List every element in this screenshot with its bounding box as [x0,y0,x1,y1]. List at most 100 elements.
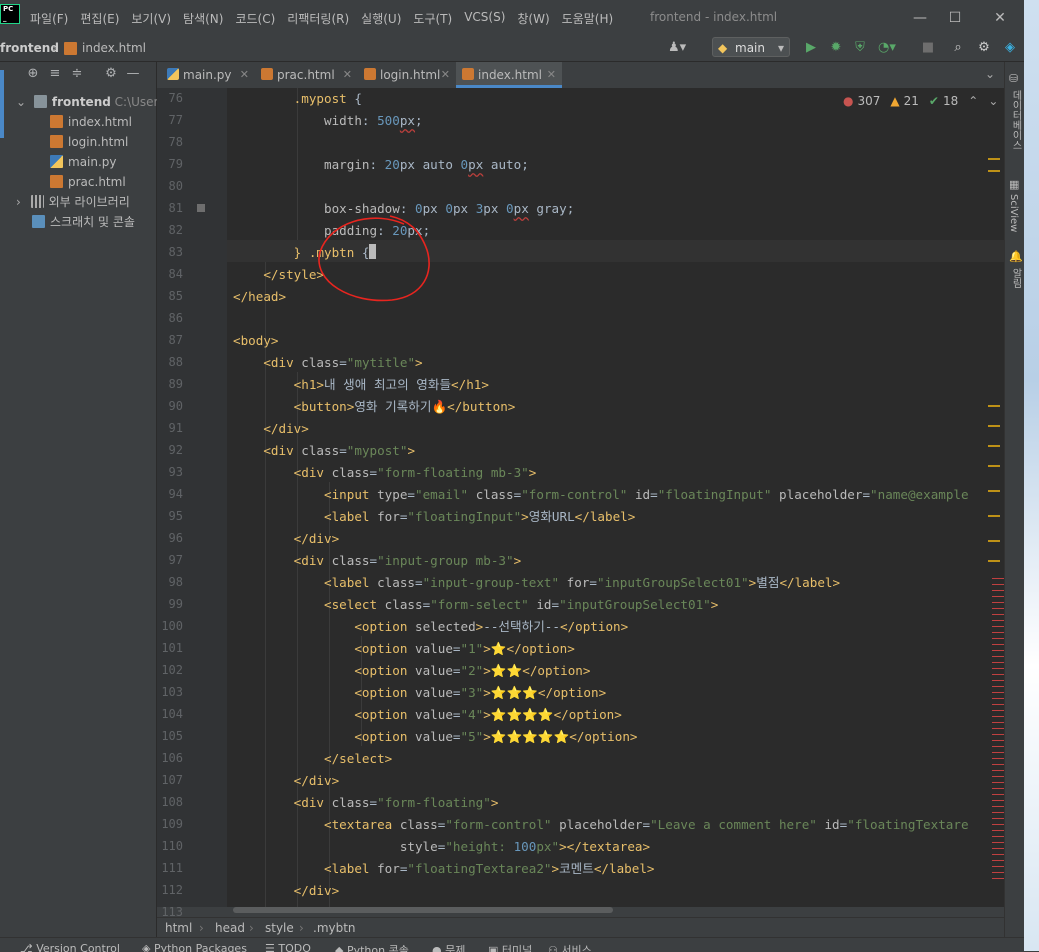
collapse-all-icon[interactable]: ≑ [66,66,88,82]
error-stripe-mark [992,590,1004,591]
profile-icon[interactable]: ◔▾ [878,40,896,56]
menu-item[interactable]: 창(W) [517,10,549,27]
close-icon[interactable]: ✕ [547,62,556,88]
minimize-button[interactable]: — [905,6,935,30]
hide-icon[interactable]: — [122,66,144,82]
error-stripe-mark [992,638,1004,639]
code-token: "3" [460,685,484,700]
close-button[interactable]: ✕ [985,6,1015,30]
gear-icon[interactable]: ⚙ [976,40,992,56]
coverage-icon[interactable]: ⛨ [852,40,868,56]
error-stripe-mark [992,758,1004,759]
tab-list-chevron-icon[interactable]: ⌄ [985,67,995,81]
debug-icon[interactable]: ✹ [828,40,844,56]
tab-login-html[interactable]: login.html ✕ [358,62,456,88]
sciview-tool-label[interactable]: SciView [1008,194,1019,232]
code-editor[interactable]: .mypost { width: 500px; margin: 20px aut… [227,88,1004,907]
breadcrumb-item[interactable]: html [165,921,192,935]
tree-root[interactable]: ⌄ frontend C:\Users [16,92,165,112]
code-token: px [483,201,507,216]
code-token: style [399,839,438,854]
code-token: "email" [415,487,476,502]
code-token: ⭐ [490,641,507,656]
code-token: 0 [506,201,514,216]
menu-item[interactable]: VCS(S) [464,10,505,27]
chevron-up-icon[interactable]: ⌃ [968,94,978,108]
code-token: "input-group-text" [422,575,567,590]
menu-item[interactable]: 파일(F) [30,10,68,27]
title-bar: PC _ 파일(F) 편집(E) 보기(V) 탐색(N) 코드(C) 리팩터링(R) 실행(U… [0,0,1024,37]
menu-item[interactable]: 리팩터링(R) [287,10,349,27]
code-line: <h1>내 생애 최고의 영화들</h1> [233,374,489,396]
jetbrains-toolbox-icon[interactable]: ◈ [1002,40,1018,56]
user-icon[interactable]: ♟▾ [668,40,686,56]
tab-prac-html[interactable]: prac.html ✕ [255,62,358,88]
search-icon[interactable]: ⌕ [950,40,966,56]
gutter-mark-icon[interactable] [197,204,205,212]
breadcrumb-item[interactable]: head [215,921,245,935]
code-token: "form-floating mb-3" [377,465,529,480]
menu-item[interactable]: 실행(U) [361,10,401,27]
code-token: ; [415,113,423,128]
error-stripe-mark [992,866,1004,867]
line-number: 76 [168,91,183,105]
code-token: > [483,663,491,678]
gear-icon[interactable]: ⚙ [100,66,122,82]
breadcrumb-item[interactable]: .mybtn [313,921,356,935]
pycharm-logo-icon: PC _ [0,4,20,24]
menu-item[interactable]: 도움말(H) [562,10,614,27]
locate-icon[interactable]: ⊕ [22,66,44,82]
html-file-icon [364,68,376,80]
tree-file-main[interactable]: main.py [50,152,117,172]
notifications-tool-label[interactable]: 알림 [1008,268,1023,288]
database-tool-label[interactable]: 데이터베이스 [1008,90,1023,150]
code-line: <option value="3">⭐⭐⭐</option> [233,682,606,704]
close-icon[interactable]: ✕ [343,62,352,88]
line-number: 78 [168,135,183,149]
warning-stripe-mark [988,490,1000,492]
menu-item[interactable]: 탐색(N) [183,10,223,27]
tab-index-html[interactable]: index.html ✕ [456,62,562,88]
close-icon[interactable]: ✕ [240,62,249,88]
menu-item[interactable]: 편집(E) [80,10,119,27]
tree-scratch[interactable]: 스크래치 및 콘솔 [32,212,135,232]
run-config-select[interactable]: ◆ main ▾ [712,37,790,57]
maximize-button[interactable]: ☐ [940,6,970,30]
code-token: : [369,157,385,172]
code-token: <label [324,509,378,524]
breadcrumb-item[interactable]: style [265,921,294,935]
tree-file-index[interactable]: index.html [50,112,132,132]
warning-stripe-mark [988,465,1000,467]
menu-item[interactable]: 보기(V) [131,10,171,27]
nav-file[interactable]: index.html [82,41,146,55]
code-line: <div class="input-group mb-3"> [233,550,522,572]
code-token: = [650,487,658,502]
expand-all-icon[interactable]: ≡ [44,66,66,82]
menu-item[interactable]: 코드(C) [235,10,275,27]
tree-file-prac[interactable]: prac.html [50,172,126,192]
menu-item[interactable]: 도구(T) [413,10,452,27]
tree-file-login[interactable]: login.html [50,132,128,152]
code-token: for [566,575,590,590]
code-token: "Leave a comment here" [650,817,825,832]
inspection-widget[interactable]: ● 307 ▲ 21 ✔ 18 ⌃ ⌄ [843,94,998,108]
stop-icon[interactable]: ■ [920,40,936,56]
chevron-down-icon[interactable]: ⌄ [988,94,998,108]
menu-bar: 파일(F) 편집(E) 보기(V) 탐색(N) 코드(C) 리팩터링(R) 실행(U) 도구(… [30,10,625,27]
tree-ext-libs[interactable]: › 외부 라이브러리 [16,192,130,212]
tab-main-py[interactable]: main.py ✕ [161,62,255,88]
error-stripe-mark [992,686,1004,687]
error-stripe-mark [992,662,1004,663]
horizontal-scrollbar[interactable] [233,907,613,913]
run-icon[interactable]: ▶ [803,40,819,56]
nav-project[interactable]: frontend [0,41,59,55]
code-line: margin: 20px auto 0px auto; [233,154,529,176]
close-icon[interactable]: ✕ [441,62,450,88]
tab-label: login.html [380,68,441,82]
code-token: "mypost" [346,443,408,458]
